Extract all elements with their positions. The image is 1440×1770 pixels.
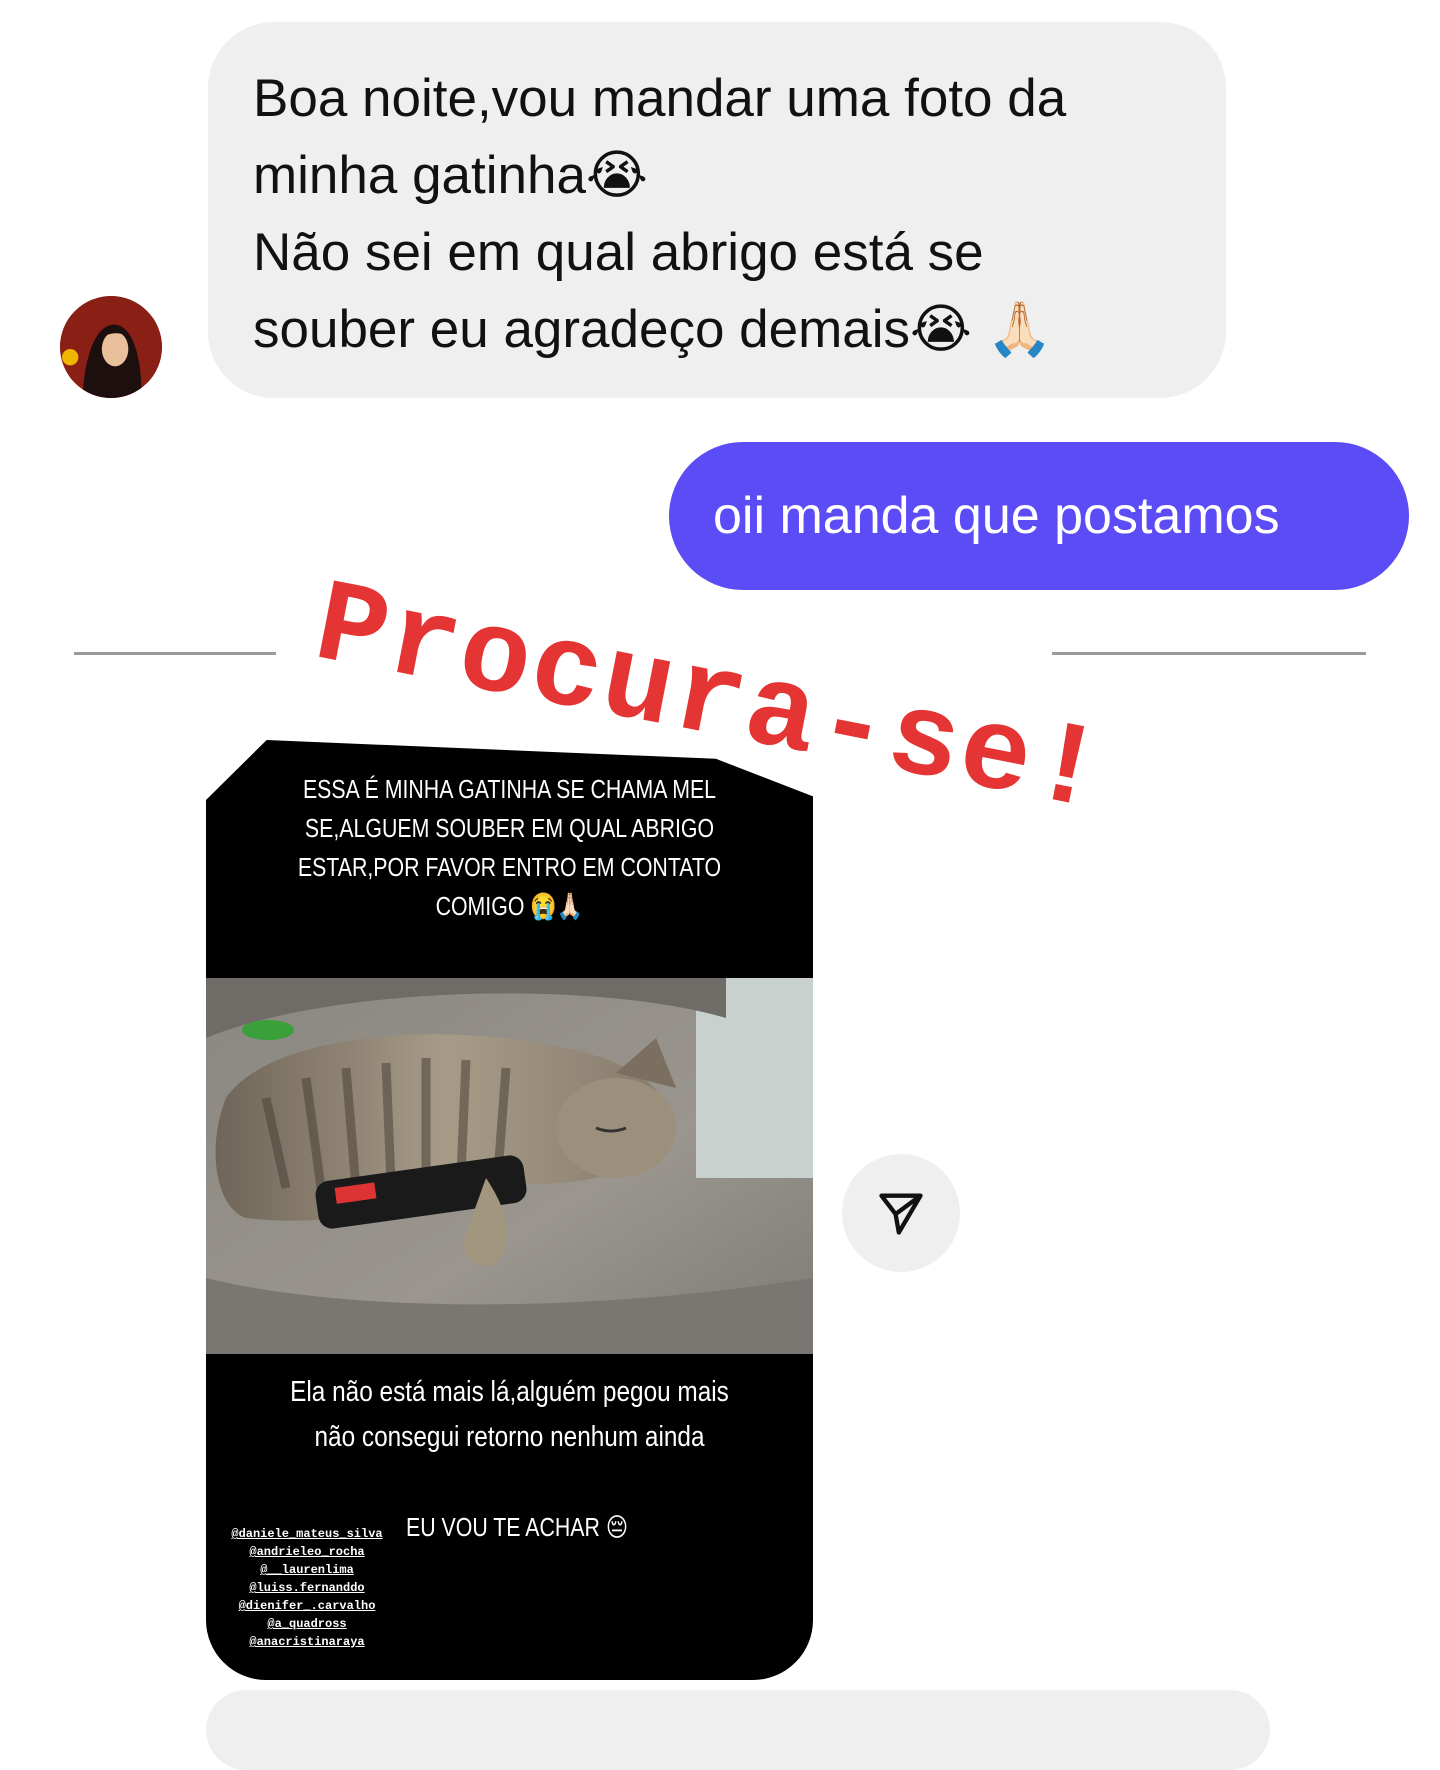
shared-story-card[interactable]: ESSA É MINHA GATINHA SE CHAMA MEL SE,ALG…: [206, 740, 813, 1680]
story-mentions: @daniele_mateus_silva @andrieleo_rocha @…: [222, 1525, 392, 1651]
mention[interactable]: @__laurenlima: [222, 1561, 392, 1579]
mention[interactable]: @luiss.fernanddo: [222, 1579, 392, 1597]
story-bottom-text: EU VOU TE ACHAR 😔: [406, 1512, 629, 1542]
mention[interactable]: @andrieleo_rocha: [222, 1543, 392, 1561]
mention[interactable]: @anacristinaraya: [222, 1633, 392, 1651]
cat-photo: [206, 978, 813, 1354]
mention[interactable]: @a_quadross: [222, 1615, 392, 1633]
mention[interactable]: @daniele_mateus_silva: [222, 1525, 392, 1543]
incoming-message-bubble[interactable]: Boa noite,vou mandar uma foto da minha g…: [208, 22, 1226, 398]
mention[interactable]: @dienifer_.carvalho: [222, 1597, 392, 1615]
outgoing-message-bubble[interactable]: oii manda que postamos: [669, 442, 1409, 590]
avatar-image: [60, 296, 162, 398]
story-top-text: ESSA É MINHA GATINHA SE CHAMA MEL SE,ALG…: [297, 774, 722, 921]
divider-right: [1052, 652, 1366, 655]
avatar[interactable]: [60, 296, 162, 398]
next-message-bubble[interactable]: [206, 1690, 1270, 1770]
share-button[interactable]: [842, 1154, 960, 1272]
story-middle-text: Ela não está mais lá,alguém pegou mais n…: [290, 1376, 729, 1453]
send-icon: [879, 1193, 923, 1235]
outgoing-message-text: oii manda que postamos: [713, 487, 1280, 545]
incoming-message-text: Boa noite,vou mandar uma foto da minha g…: [253, 69, 1067, 359]
divider-left: [74, 652, 276, 655]
